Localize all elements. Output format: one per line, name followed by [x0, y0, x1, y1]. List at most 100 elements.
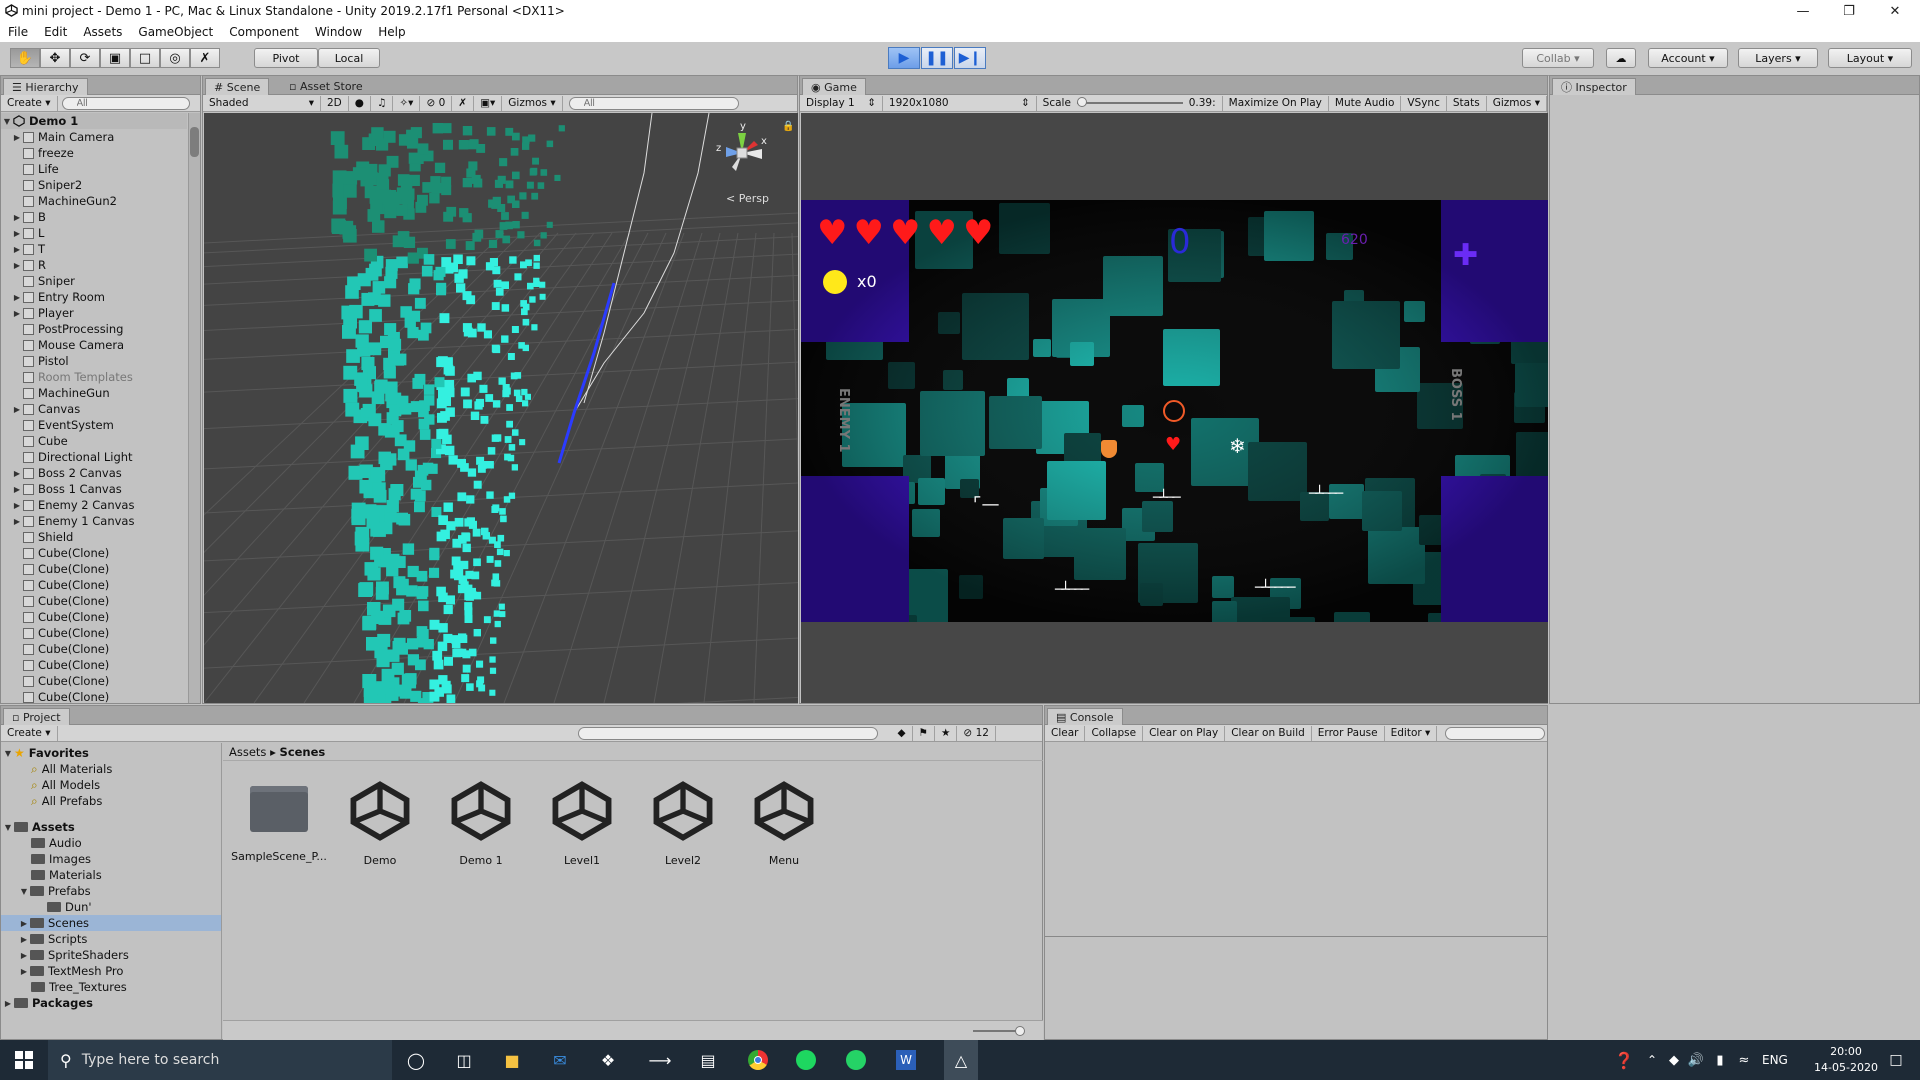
rect-tool-icon[interactable]: □ — [130, 48, 160, 68]
dropbox-icon[interactable]: ❖ — [596, 1048, 620, 1072]
hierarchy-item[interactable]: Cube(Clone) — [1, 561, 109, 577]
expand-arrow-icon[interactable]: ▶ — [11, 293, 23, 302]
task-view-icon[interactable]: ◫ — [452, 1048, 476, 1072]
hierarchy-item[interactable]: Cube(Clone) — [1, 641, 109, 657]
game-gizmos-dropdown[interactable]: Gizmos ▾ — [1487, 95, 1547, 111]
taskbar-search[interactable]: ⚲ Type here to search — [48, 1040, 392, 1080]
hierarchy-item[interactable]: ▶ Canvas — [1, 401, 80, 417]
expand-arrow-icon[interactable]: ▶ — [11, 485, 23, 494]
windows-start-icon[interactable] — [12, 1048, 36, 1072]
hierarchy-search-input[interactable] — [61, 96, 190, 110]
expand-arrow-icon[interactable]: ▶ — [11, 229, 23, 238]
close-button[interactable]: ✕ — [1872, 0, 1918, 22]
hierarchy-item[interactable]: ▶ Player — [1, 305, 74, 321]
expand-arrow-icon[interactable]: ▶ — [11, 245, 23, 254]
hierarchy-item[interactable]: Cube(Clone) — [1, 545, 109, 561]
audio-icon[interactable]: ♫ — [371, 95, 394, 111]
word-icon[interactable]: W — [894, 1048, 918, 1072]
expand-arrow-icon[interactable]: ▶ — [2, 999, 14, 1008]
project-tree-item[interactable]: ▶ TextMesh Pro — [1, 963, 221, 979]
game-screen[interactable]: ♥ ♥ ♥ ♥ ♥ x0 0 620 ✚ ENEMY 1 BOSS 1 ♥ ❄ ⌜— ─… — [801, 200, 1548, 622]
hierarchy-item[interactable]: Cube(Clone) — [1, 609, 109, 625]
cortana-icon[interactable]: ◯ — [404, 1048, 428, 1072]
scale-slider[interactable]: Scale 0.39: — [1037, 95, 1223, 111]
hierarchy-item[interactable]: MachineGun — [1, 385, 110, 401]
local-toggle[interactable]: Local — [318, 48, 380, 68]
step-button[interactable]: ▶❙ — [954, 47, 986, 69]
file-explorer-icon[interactable]: ■ — [500, 1048, 524, 1072]
project-tree-item[interactable]: Materials — [1, 867, 221, 883]
console-error-pause-button[interactable]: Error Pause — [1312, 725, 1385, 741]
console-clear-on-build-button[interactable]: Clear on Build — [1225, 725, 1312, 741]
visual-studio-icon[interactable]: ⟶ — [648, 1048, 672, 1072]
hierarchy-item[interactable]: Cube(Clone) — [1, 673, 109, 689]
expand-arrow-icon[interactable]: ▶ — [18, 951, 30, 960]
antivirus-icon[interactable]: ◆ — [1662, 1048, 1686, 1072]
expand-arrow-icon[interactable]: ▼ — [18, 887, 30, 896]
hierarchy-item[interactable]: Cube(Clone) — [1, 625, 109, 641]
hidden-packages-toggle[interactable]: ⊘ 12 — [957, 725, 996, 741]
menu-file[interactable]: File — [0, 25, 36, 39]
chrome-icon[interactable] — [746, 1048, 770, 1072]
tools-icon[interactable]: ✗ — [452, 95, 475, 111]
asset-scene-file[interactable]: Level2 — [637, 776, 729, 886]
menu-edit[interactable]: Edit — [36, 25, 75, 39]
effects-dropdown[interactable]: ✧▾ — [393, 95, 421, 111]
favorites-header[interactable]: ▼ ★ Favorites — [1, 745, 221, 761]
asset-scene-file[interactable]: Menu — [738, 776, 830, 886]
scale-track[interactable] — [1076, 97, 1183, 107]
asset-scene-file[interactable]: Level1 — [536, 776, 628, 886]
hand-tool-icon[interactable]: ✋ — [10, 48, 40, 68]
breadcrumb-assets[interactable]: Assets — [229, 745, 266, 759]
console-clear-on-play-button[interactable]: Clear on Play — [1143, 725, 1226, 741]
hierarchy-item[interactable]: EventSystem — [1, 417, 114, 433]
filter-type-icon[interactable]: ◆ — [892, 725, 913, 741]
menu-gameobject[interactable]: GameObject — [130, 25, 221, 39]
hierarchy-item[interactable]: ▶ L — [1, 225, 45, 241]
expand-arrow-icon[interactable]: ▶ — [11, 405, 23, 414]
hierarchy-item[interactable]: ▶ R — [1, 257, 46, 273]
transform-tool-icon[interactable]: ◎ — [160, 48, 190, 68]
game-viewport[interactable]: ♥ ♥ ♥ ♥ ♥ x0 0 620 ✚ ENEMY 1 BOSS 1 ♥ ❄ ⌜— ─… — [801, 113, 1548, 703]
project-search-input[interactable] — [577, 726, 878, 740]
breadcrumb-scenes[interactable]: Scenes — [280, 745, 326, 759]
expand-arrow-icon[interactable]: ▼ — [1, 117, 13, 126]
custom-tool-icon[interactable]: ✗ — [190, 48, 220, 68]
console-clear-button[interactable]: Clear — [1045, 725, 1086, 741]
favorite-star-icon[interactable]: ★ — [935, 725, 958, 741]
maximize-on-play-toggle[interactable]: Maximize On Play — [1223, 95, 1329, 111]
project-tree-item[interactable]: ▶ Scenes — [1, 915, 221, 931]
hierarchy-item[interactable]: Cube(Clone) — [1, 577, 109, 593]
mute-audio-toggle[interactable]: Mute Audio — [1329, 95, 1402, 111]
hierarchy-item[interactable]: ▶ B — [1, 209, 46, 225]
icon-size-thumb[interactable] — [1015, 1026, 1025, 1036]
console-editor-dropdown[interactable]: Editor ▾ — [1385, 725, 1438, 741]
hierarchy-item[interactable]: ▶ Main Camera — [1, 129, 114, 145]
layout-dropdown[interactable]: Layout ▾ — [1828, 48, 1912, 68]
layers-dropdown[interactable]: Layers ▾ — [1738, 48, 1818, 68]
stats-toggle[interactable]: Stats — [1447, 95, 1487, 111]
mode-2d-toggle[interactable]: 2D — [321, 95, 349, 111]
project-tree-item[interactable]: Images — [1, 851, 221, 867]
rotate-tool-icon[interactable]: ⟳ — [70, 48, 100, 68]
pivot-toggle[interactable]: Pivot — [254, 48, 318, 68]
tab-asset-store[interactable]: ▫ Asset Store — [281, 78, 371, 95]
account-dropdown[interactable]: Account ▾ — [1648, 48, 1728, 68]
expand-arrow-icon[interactable]: ▶ — [11, 501, 23, 510]
hierarchy-scrollbar[interactable] — [188, 113, 200, 703]
hierarchy-item[interactable]: ▶ T — [1, 241, 45, 257]
filter-label-icon[interactable]: ⚑ — [913, 725, 935, 741]
hierarchy-scroll-thumb[interactable] — [190, 127, 199, 157]
lighting-icon[interactable]: ● — [349, 95, 371, 111]
expand-arrow-icon[interactable]: ▶ — [11, 309, 23, 318]
hierarchy-item[interactable]: ▶ Entry Room — [1, 289, 105, 305]
project-tree-item[interactable]: Audio — [1, 835, 221, 851]
clock[interactable]: 20:00 14-05-2020 — [1810, 1044, 1882, 1076]
scene-viewport[interactable]: y z x < Persp 🔒 — [204, 113, 798, 703]
camera-dropdown[interactable]: ▣▾ — [474, 95, 503, 111]
resolution-dropdown[interactable]: 1920x1080 ⇕ — [883, 95, 1037, 111]
whatsapp-icon[interactable] — [844, 1048, 868, 1072]
hierarchy-item[interactable]: Pistol — [1, 353, 69, 369]
project-tree-item[interactable]: ⌕ All Materials — [1, 761, 221, 777]
hierarchy-item[interactable]: MachineGun2 — [1, 193, 117, 209]
